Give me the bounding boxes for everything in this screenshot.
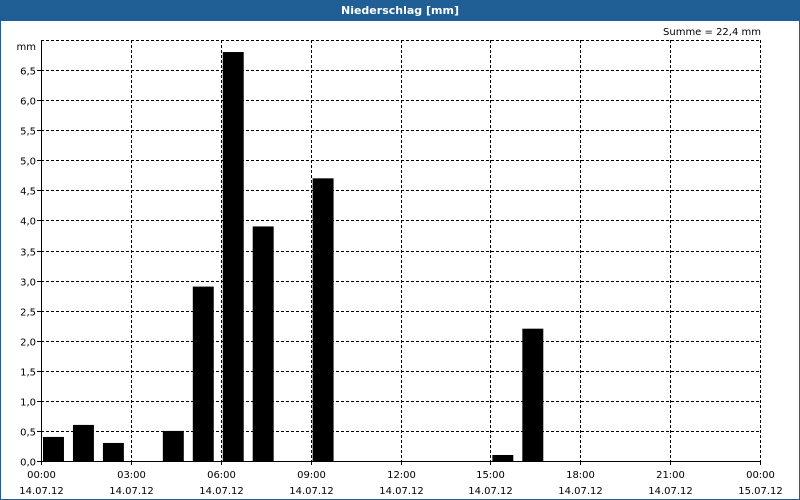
- bar: [222, 52, 244, 462]
- bar: [192, 286, 214, 461]
- bar: [72, 424, 94, 461]
- bar: [252, 226, 274, 461]
- y-tick-label: 6,0: [20, 97, 36, 108]
- x-tick-label-date: 14.07.12: [468, 486, 513, 497]
- bar: [522, 328, 544, 461]
- y-tick-label: 2,5: [20, 308, 36, 319]
- y-tick-label: 3,0: [20, 278, 36, 289]
- y-tick-label: 1,0: [20, 398, 36, 409]
- y-axis-unit: mm: [17, 42, 36, 53]
- x-tick-label-time: 03:00: [117, 470, 146, 481]
- y-tick-label: 5,5: [20, 127, 36, 138]
- x-tick-label-date: 14.07.12: [199, 486, 244, 497]
- bar: [43, 436, 64, 461]
- x-tick-labels: 00:00 14.07.12 03:00 14.07.12 06:00 14.07.12 0…: [19, 470, 783, 497]
- x-tick-label-date: 15.07.12: [738, 486, 783, 497]
- y-tick-label: 6,5: [20, 67, 36, 78]
- grid: [41, 40, 761, 461]
- bar: [162, 430, 184, 461]
- x-tick-label-time: 21:00: [656, 470, 685, 481]
- x-tick-label-time: 12:00: [387, 470, 416, 481]
- x-tick-label-time: 00:00: [746, 470, 775, 481]
- bars: [43, 52, 544, 462]
- y-tick-label: 4,0: [20, 217, 36, 228]
- bar: [492, 454, 514, 461]
- y-tick-label: 2,0: [20, 338, 36, 349]
- bar: [312, 178, 334, 462]
- x-tick-label-date: 14.07.12: [558, 486, 603, 497]
- x-tick-label-date: 14.07.12: [648, 486, 693, 497]
- x-tick-label-time: 15:00: [476, 470, 505, 481]
- x-tick-label-time: 09:00: [297, 470, 326, 481]
- x-tick-label-date: 14.07.12: [19, 486, 64, 497]
- precipitation-chart: 0,0 0,5 1,0 1,5 2,0 2,5 3,0 3,5 4,0 4,5 5,0 5,5 6,0 6…: [17, 40, 783, 497]
- y-tick-label: 0,5: [20, 428, 36, 439]
- y-tick-label: 0,0: [20, 458, 36, 469]
- y-tick-labels: 0,0 0,5 1,0 1,5 2,0 2,5 3,0 3,5 4,0 4,5 5,0 5,5 6,0 6…: [20, 67, 36, 469]
- x-tick-label-time: 18:00: [566, 470, 595, 481]
- x-tick-label-date: 14.07.12: [289, 486, 334, 497]
- x-tick-label-date: 14.07.12: [109, 486, 154, 497]
- y-tick-label: 1,5: [20, 368, 36, 379]
- x-tick-label-time: 06:00: [207, 470, 236, 481]
- y-tick-label: 3,5: [20, 248, 36, 259]
- x-tick-label-time: 00:00: [27, 470, 56, 481]
- bar: [102, 442, 124, 461]
- y-tick-label: 5,0: [20, 157, 36, 168]
- y-tick-label: 4,5: [20, 187, 36, 198]
- x-tick-label-date: 14.07.12: [379, 486, 424, 497]
